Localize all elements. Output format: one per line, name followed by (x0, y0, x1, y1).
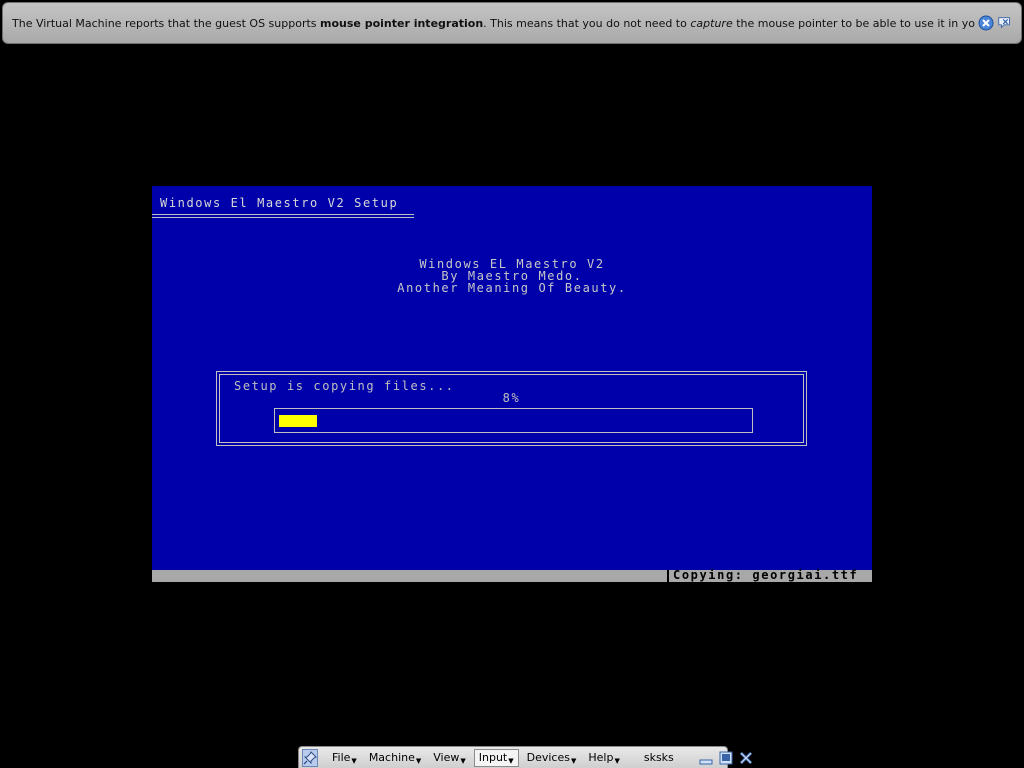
notification-text-1: The Virtual Machine reports that the gue… (12, 16, 321, 30)
menu-devices-label: Devices (526, 750, 570, 764)
vm-name: sksks (643, 751, 674, 764)
notification-message: The Virtual Machine reports that the gue… (12, 17, 975, 30)
copy-progress-box: Setup is copying files... 8% (216, 371, 807, 446)
pin-icon[interactable] (302, 748, 318, 767)
notification-bar: The Virtual Machine reports that the gue… (2, 2, 1022, 44)
copy-box-inner-border: Setup is copying files... 8% (219, 374, 804, 443)
close-icon[interactable] (738, 749, 754, 767)
vm-screen[interactable]: Windows El Maestro V2 Setup Windows EL M… (152, 186, 872, 582)
menu-file-label: File (332, 750, 351, 764)
notification-text-italic: capture (690, 16, 733, 30)
menu-view-label: View (433, 750, 460, 764)
chevron-down-icon: ▼ (508, 756, 514, 765)
menu-file[interactable]: File▼ (328, 750, 361, 766)
menu-machine-label: Machine (368, 750, 415, 764)
progress-bar (274, 408, 753, 433)
menu-input-label: Input (478, 750, 508, 764)
menu-machine[interactable]: Machine▼ (365, 750, 425, 766)
notification-text-bold: mouse pointer integration (320, 16, 484, 30)
menu-help[interactable]: Help▼ (584, 750, 623, 766)
setup-title: Windows El Maestro V2 Setup (160, 196, 399, 210)
restore-icon[interactable] (718, 749, 734, 767)
status-separator (667, 570, 669, 582)
progress-bar-fill (279, 415, 317, 427)
chevron-down-icon: ▼ (570, 756, 577, 765)
status-text: Copying: georgiai.ttf (673, 568, 859, 582)
title-underline (152, 214, 414, 218)
chevron-down-icon: ▼ (351, 756, 357, 765)
banner-line-3: Another Meaning Of Beauty. (397, 281, 627, 295)
vm-mini-toolbar: File▼ Machine▼ View▼ Input▼ Devices▼ Hel… (298, 746, 752, 768)
status-bar: Copying: georgiai.ttf (152, 568, 872, 582)
chevron-down-icon: ▼ (460, 756, 466, 765)
dont-show-again-icon[interactable] (997, 15, 1013, 31)
menu-input[interactable]: Input▼ (473, 748, 519, 767)
menu-view[interactable]: View▼ (429, 750, 470, 766)
minimize-icon[interactable] (698, 749, 714, 767)
progress-percent: 8% (502, 391, 521, 405)
menu-help-label: Help (588, 750, 614, 764)
close-icon[interactable] (978, 15, 994, 31)
chevron-down-icon: ▼ (614, 756, 620, 765)
chevron-down-icon: ▼ (415, 756, 422, 765)
notification-text-3: the mouse pointer to be able to use it i… (736, 16, 975, 30)
notification-text-2: . This means that you do not need to (483, 16, 691, 30)
menu-devices[interactable]: Devices▼ (523, 750, 581, 766)
